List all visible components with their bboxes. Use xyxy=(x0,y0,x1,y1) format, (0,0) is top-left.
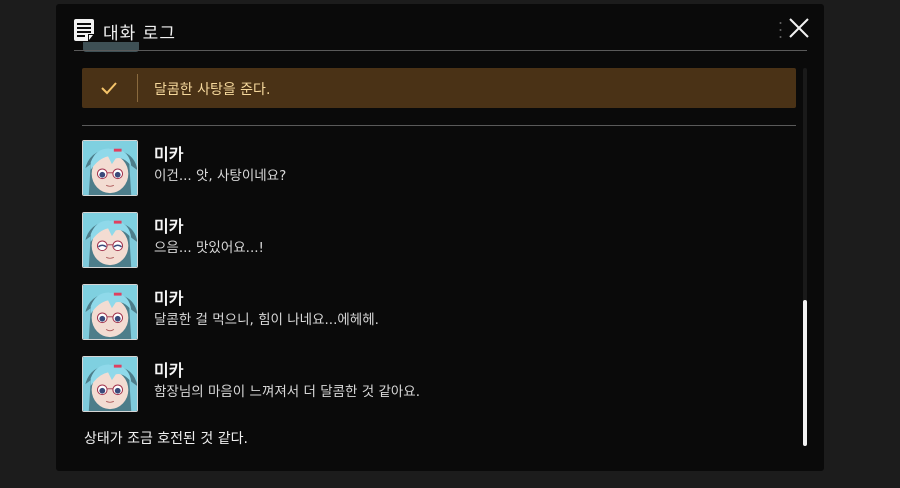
speaker-name: 미카 xyxy=(154,217,184,236)
header-divider xyxy=(74,50,807,51)
selected-choice: 달콤한 사탕을 준다. xyxy=(82,68,796,108)
choice-text: 달콤한 사탕을 준다. xyxy=(154,82,271,98)
scrollbar-thumb[interactable] xyxy=(803,300,807,446)
dialogue-log-title: 대화 로그 xyxy=(103,24,176,44)
close-icon[interactable] xyxy=(787,16,811,40)
message-entry: 미카 함장님의 마음이 느껴져서 더 달콤한 것 같아요. xyxy=(82,356,782,416)
log-icon xyxy=(74,19,94,41)
mika-avatar xyxy=(82,212,138,268)
mika-avatar xyxy=(82,140,138,196)
dialogue-line: 달콤한 걸 먹으니, 힘이 나네요...에헤헤. xyxy=(154,312,379,328)
speaker-name: 미카 xyxy=(154,145,184,164)
dialogue-line: 함장님의 마음이 느껴져서 더 달콤한 것 같아요. xyxy=(154,384,421,400)
speaker-name: 미카 xyxy=(154,289,184,308)
speaker-name: 미카 xyxy=(154,361,184,380)
check-icon xyxy=(101,82,117,95)
dialogue-line: 으음... 맛있어요...! xyxy=(154,240,264,256)
choice-divider xyxy=(82,125,796,126)
mika-avatar xyxy=(82,284,138,340)
message-entry: 미카 이건... 앗, 사탕이네요? xyxy=(82,140,782,200)
dialogue-line: 이건... 앗, 사탕이네요? xyxy=(154,168,287,184)
choice-separator xyxy=(137,74,138,102)
message-entry: 미카 달콤한 걸 먹으니, 힘이 나네요...에헤헤. xyxy=(82,284,782,344)
dialogue-log-header: 대화 로그 xyxy=(56,4,824,50)
narration-text: 상태가 조금 호전된 것 같다. xyxy=(84,431,248,447)
mika-avatar xyxy=(82,356,138,412)
drag-handle-icon xyxy=(779,22,782,38)
message-entry: 미카 으음... 맛있어요...! xyxy=(82,212,782,272)
dialogue-log-panel: 대화 로그 달콤한 사탕을 준다. 미카 이건... 앗, 사탕이네요? 미카 … xyxy=(56,4,824,471)
